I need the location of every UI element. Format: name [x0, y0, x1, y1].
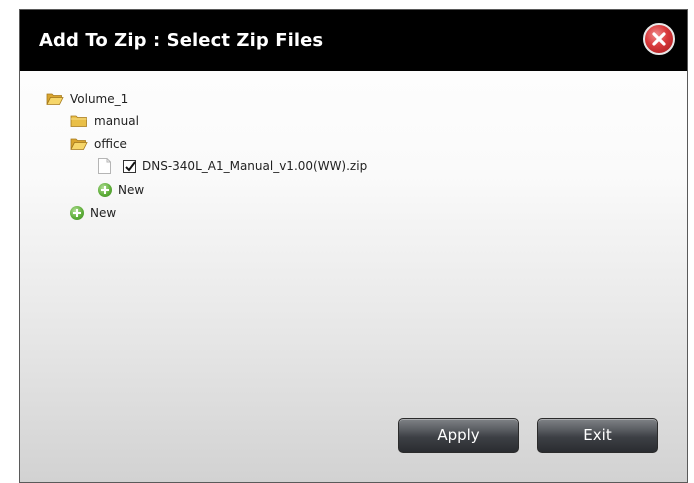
new-folder-in-root[interactable]: New	[70, 204, 116, 222]
file-icon	[98, 158, 111, 174]
apply-button[interactable]: Apply	[398, 418, 519, 453]
tree-node-manual[interactable]: manual	[70, 112, 139, 130]
tree-node-label: manual	[94, 114, 139, 128]
add-icon	[70, 206, 84, 220]
tree-node-label: Volume_1	[70, 92, 129, 106]
new-label: New	[90, 206, 117, 220]
add-icon	[98, 183, 112, 197]
folder-open-icon	[46, 93, 64, 105]
file-tree: Volume_1 manual office DNS-340L_A1_Manua…	[20, 10, 687, 482]
new-folder-in-office[interactable]: New	[98, 181, 144, 199]
tree-node-volume-1[interactable]: Volume_1	[46, 90, 128, 108]
tree-node-office[interactable]: office	[70, 135, 127, 153]
tree-node-zip-file[interactable]: DNS-340L_A1_Manual_v1.00(WW).zip	[98, 157, 367, 175]
tree-node-label: office	[94, 137, 127, 151]
zip-file-label: DNS-340L_A1_Manual_v1.00(WW).zip	[142, 159, 368, 173]
exit-button[interactable]: Exit	[537, 418, 658, 453]
checkmark-icon	[125, 160, 136, 172]
add-to-zip-dialog: Add To Zip : Select Zip Files Volume_1 m…	[19, 9, 688, 483]
new-label: New	[118, 183, 145, 197]
folder-open-icon	[70, 138, 88, 150]
zip-file-checkbox[interactable]	[123, 159, 136, 173]
folder-closed-icon	[70, 115, 87, 127]
